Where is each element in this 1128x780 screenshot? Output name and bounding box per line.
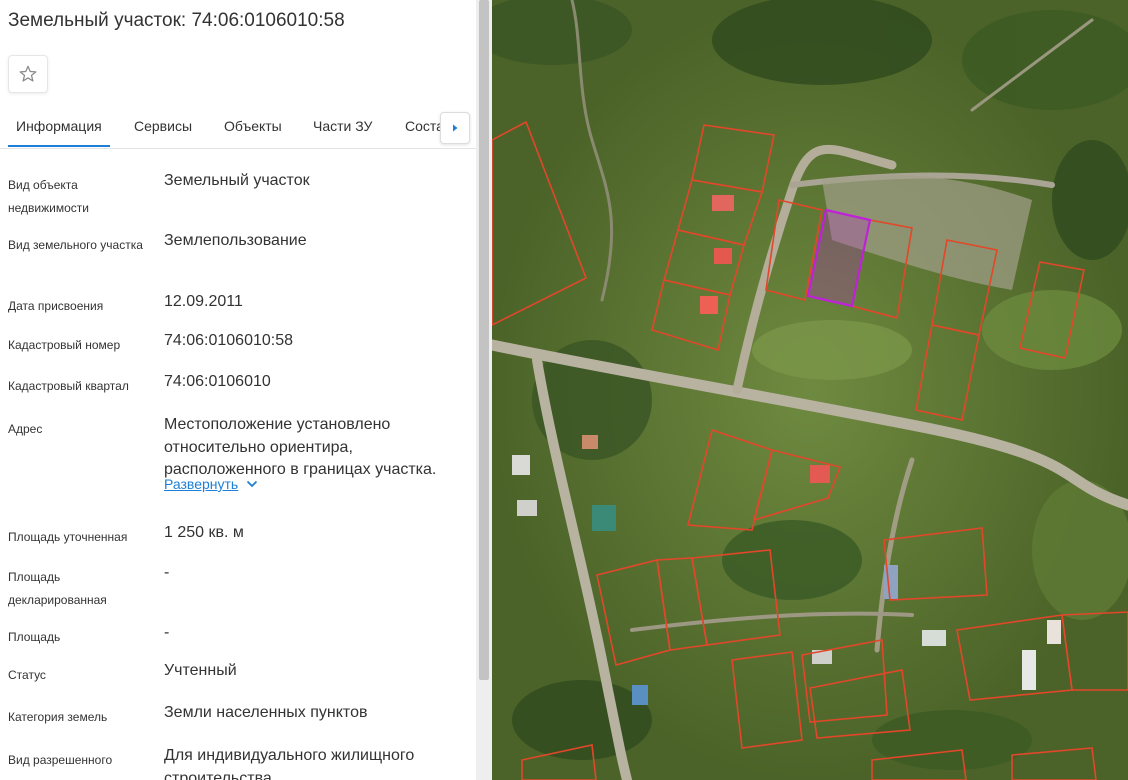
field-label: Площадь уточненная — [8, 530, 128, 544]
expand-label: Развернуть — [164, 476, 239, 492]
field-label: Площадь — [8, 630, 61, 644]
tab-parts[interactable]: Части ЗУ — [313, 118, 372, 134]
address-value: Местоположение установлено относительно … — [164, 416, 437, 478]
field-value: - — [164, 564, 170, 581]
field-value: Землепользование — [164, 232, 307, 249]
favorite-button[interactable] — [8, 55, 48, 93]
tab-info[interactable]: Информация — [16, 118, 102, 134]
field-label: Площадь декларированная — [8, 570, 107, 607]
field-value: Земли населенных пунктов — [164, 704, 368, 721]
expand-address-link[interactable]: Развернуть — [164, 476, 258, 492]
field-value: 74:06:0106010 — [164, 373, 271, 390]
tab-active-indicator — [8, 145, 110, 147]
field-value: Земельный участок — [164, 172, 310, 189]
scrollbar-thumb[interactable] — [479, 0, 489, 680]
field-label: Дата присвоения — [8, 299, 104, 313]
field-label: Категория земель — [8, 710, 108, 724]
info-panel: Земельный участок: 74:06:0106010:58 Инфо… — [0, 0, 476, 780]
field-value: 1 250 кв. м — [164, 524, 244, 541]
field-label: Кадастровый квартал — [8, 379, 129, 393]
field-value: Учтенный — [164, 662, 237, 679]
tabs-bar: Информация Сервисы Объекты Части ЗУ Сост… — [0, 106, 476, 149]
chevron-down-icon — [247, 480, 258, 488]
field-label: Кадастровый номер — [8, 338, 121, 352]
field-value: - — [164, 624, 170, 641]
tabs-next-button[interactable] — [440, 112, 470, 144]
field-value: 12.09.2011 — [164, 293, 243, 310]
field-label: Вид разрешенного использования — [8, 753, 113, 780]
page-title: Земельный участок: 74:06:0106010:58 — [8, 10, 345, 31]
field-label: Статус — [8, 668, 46, 682]
field-label: Вид объекта недвижимости — [8, 178, 89, 215]
field-value: 74:06:0106010:58 — [164, 332, 294, 349]
panel-scrollbar[interactable] — [476, 0, 492, 780]
tab-services[interactable]: Сервисы — [134, 118, 192, 134]
star-outline-icon — [19, 65, 37, 82]
caret-right-icon — [453, 124, 458, 132]
tab-objects[interactable]: Объекты — [224, 118, 282, 134]
map-canvas[interactable] — [492, 0, 1128, 780]
satellite-map[interactable] — [492, 0, 1128, 780]
field-label: Вид земельного участка — [8, 238, 143, 252]
field-label: Адрес — [8, 422, 43, 436]
field-value: Для индивидуального жилищного строительс… — [164, 747, 415, 780]
